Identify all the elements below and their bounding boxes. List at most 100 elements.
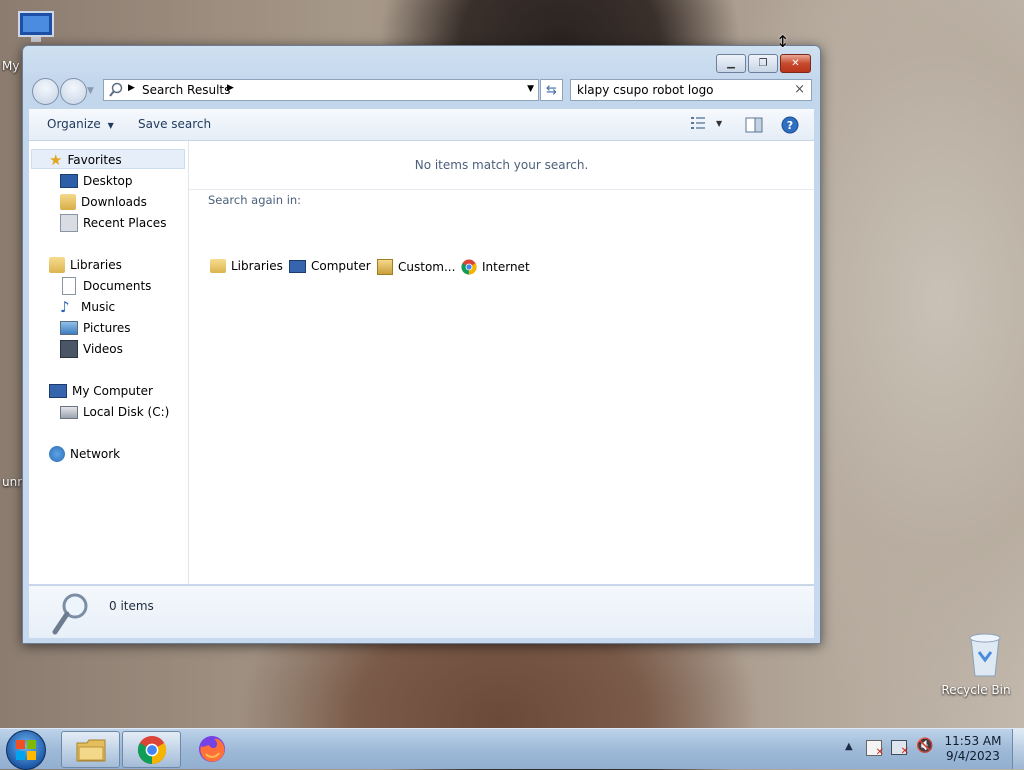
nav-item-label: Documents xyxy=(83,279,152,293)
desktop-icon-label: Recycle Bin xyxy=(941,683,1011,697)
taskbar-explorer-button[interactable] xyxy=(61,731,120,768)
explorer-window: ▁ ❐ ✕ ▼ ▶ Search Results ▶ ▼ ⇆ klapy csu… xyxy=(22,45,821,644)
nav-item-music[interactable]: ♪ Music xyxy=(60,297,115,317)
desktop-icon xyxy=(60,174,78,188)
nav-item-label: Music xyxy=(81,300,116,314)
recent-pages-dropdown[interactable]: ▼ xyxy=(87,86,94,96)
libraries-icon xyxy=(210,259,226,273)
start-button[interactable] xyxy=(6,730,46,770)
libraries-icon xyxy=(49,257,65,273)
show-desktop-button[interactable] xyxy=(1012,729,1024,769)
save-search-button[interactable]: Save search xyxy=(138,117,211,131)
chevron-down-icon: ▼ xyxy=(716,118,723,128)
window-controls: ▁ ❐ ✕ xyxy=(714,54,811,73)
documents-icon xyxy=(62,277,76,295)
firefox-icon xyxy=(198,735,225,762)
details-pane: 0 items xyxy=(29,585,814,638)
breadcrumb-arrow-icon[interactable]: ▶ xyxy=(227,83,234,93)
nav-item-local-disk[interactable]: Local Disk (C:) xyxy=(60,402,169,422)
drive-icon xyxy=(60,405,78,419)
forward-button[interactable] xyxy=(60,78,87,105)
chevron-down-icon: ▼ xyxy=(107,121,114,130)
address-dropdown-icon[interactable]: ▼ xyxy=(527,84,534,94)
clock-date: 9/4/2023 xyxy=(946,749,1000,763)
computer-icon xyxy=(18,11,54,42)
folder-icon xyxy=(76,739,105,761)
star-icon: ★ xyxy=(49,151,63,169)
nav-item-recent-places[interactable]: Recent Places xyxy=(60,213,166,233)
search-again-computer[interactable]: Computer xyxy=(289,259,371,273)
breadcrumb-arrow-icon[interactable]: ▶ xyxy=(128,83,135,93)
downloads-icon xyxy=(60,194,76,210)
nav-item-my-computer[interactable]: My Computer xyxy=(49,381,153,401)
nav-item-libraries[interactable]: Libraries xyxy=(49,255,122,275)
music-icon: ♪ xyxy=(60,298,70,316)
chrome-icon xyxy=(461,259,477,275)
clock[interactable]: 11:53 AM 9/4/2023 xyxy=(940,734,1006,764)
error-badge-icon: ✕ xyxy=(875,747,884,758)
close-button[interactable]: ✕ xyxy=(780,54,811,73)
nav-item-network[interactable]: Network xyxy=(49,444,120,464)
address-bar[interactable]: ▶ Search Results ▶ ▼ xyxy=(103,79,539,101)
nav-item-label: Local Disk (C:) xyxy=(83,405,170,419)
custom-folder-icon xyxy=(377,259,393,275)
empty-message: No items match your search. xyxy=(414,158,589,172)
nav-item-pictures[interactable]: Pictures xyxy=(60,318,131,338)
nav-item-label: Videos xyxy=(83,342,123,356)
nav-item-label: Network xyxy=(70,447,121,461)
nav-item-label: Pictures xyxy=(83,321,131,335)
organize-button[interactable]: Organize ▼ xyxy=(47,117,114,131)
minimize-button[interactable]: ▁ xyxy=(716,54,746,73)
nav-item-documents[interactable]: Documents xyxy=(60,276,151,296)
search-box[interactable]: klapy csupo robot logo × xyxy=(570,79,812,101)
desktop-fragment: unr xyxy=(2,475,23,489)
refresh-button[interactable]: ⇆ xyxy=(540,79,563,101)
breadcrumb-search-results[interactable]: Search Results xyxy=(142,83,230,97)
back-button[interactable] xyxy=(32,78,59,105)
results-pane: No items match your search. Search again… xyxy=(189,141,814,584)
taskbar-chrome-button[interactable] xyxy=(122,731,181,768)
nav-item-videos[interactable]: Videos xyxy=(60,339,123,359)
refresh-icon: ⇆ xyxy=(546,82,557,98)
action-center-icon[interactable]: ✕ xyxy=(866,740,884,758)
desktop-icon-my-computer[interactable]: My xyxy=(0,10,60,73)
help-icon[interactable]: ? xyxy=(781,116,799,134)
navigation-pane: ★ Favorites Desktop Downloads Recent Pla… xyxy=(29,141,189,584)
nav-item-label: Desktop xyxy=(83,174,133,188)
maximize-icon: ❐ xyxy=(758,58,768,69)
search-input[interactable]: klapy csupo robot logo xyxy=(577,83,714,97)
nav-item-label: Libraries xyxy=(70,258,122,272)
network-status-icon[interactable]: ✕ xyxy=(891,740,909,757)
location-label: Computer xyxy=(311,259,371,273)
maximize-button[interactable]: ❐ xyxy=(748,54,778,73)
search-again-custom[interactable]: Custom... xyxy=(377,259,455,275)
computer-icon xyxy=(289,259,306,273)
search-again-label: Search again in: xyxy=(208,193,302,207)
nav-item-favorites[interactable]: ★ Favorites xyxy=(49,150,122,170)
windows-logo-icon xyxy=(16,740,36,760)
videos-icon xyxy=(60,340,78,358)
location-label: Libraries xyxy=(231,259,283,273)
chrome-icon xyxy=(137,735,166,764)
clear-search-icon[interactable]: × xyxy=(794,82,805,97)
details-view-icon xyxy=(691,117,705,129)
network-icon xyxy=(49,446,65,462)
nav-item-downloads[interactable]: Downloads xyxy=(60,192,147,212)
view-options-button[interactable]: ▼ xyxy=(690,116,722,130)
close-icon: ✕ xyxy=(791,58,800,69)
command-bar: Organize ▼ Save search ▼ ? xyxy=(29,109,814,141)
preview-pane-icon[interactable] xyxy=(745,117,763,133)
taskbar-firefox-button[interactable] xyxy=(183,731,240,766)
clock-time: 11:53 AM xyxy=(944,734,1002,748)
nav-item-label: Recent Places xyxy=(83,216,167,230)
volume-muted-icon[interactable]: 🔇 xyxy=(916,738,933,754)
pictures-icon xyxy=(60,321,78,335)
desktop-icon-label: My xyxy=(2,59,20,73)
desktop-icon-recycle-bin[interactable]: Recycle Bin xyxy=(938,630,1014,697)
content-area: ★ Favorites Desktop Downloads Recent Pla… xyxy=(29,141,814,584)
minimize-icon: ▁ xyxy=(727,58,735,69)
search-again-libraries[interactable]: Libraries xyxy=(210,259,283,273)
nav-item-desktop[interactable]: Desktop xyxy=(60,171,133,191)
show-hidden-icons-button[interactable]: ▲ xyxy=(845,741,853,752)
search-again-internet[interactable]: Internet xyxy=(461,259,530,275)
